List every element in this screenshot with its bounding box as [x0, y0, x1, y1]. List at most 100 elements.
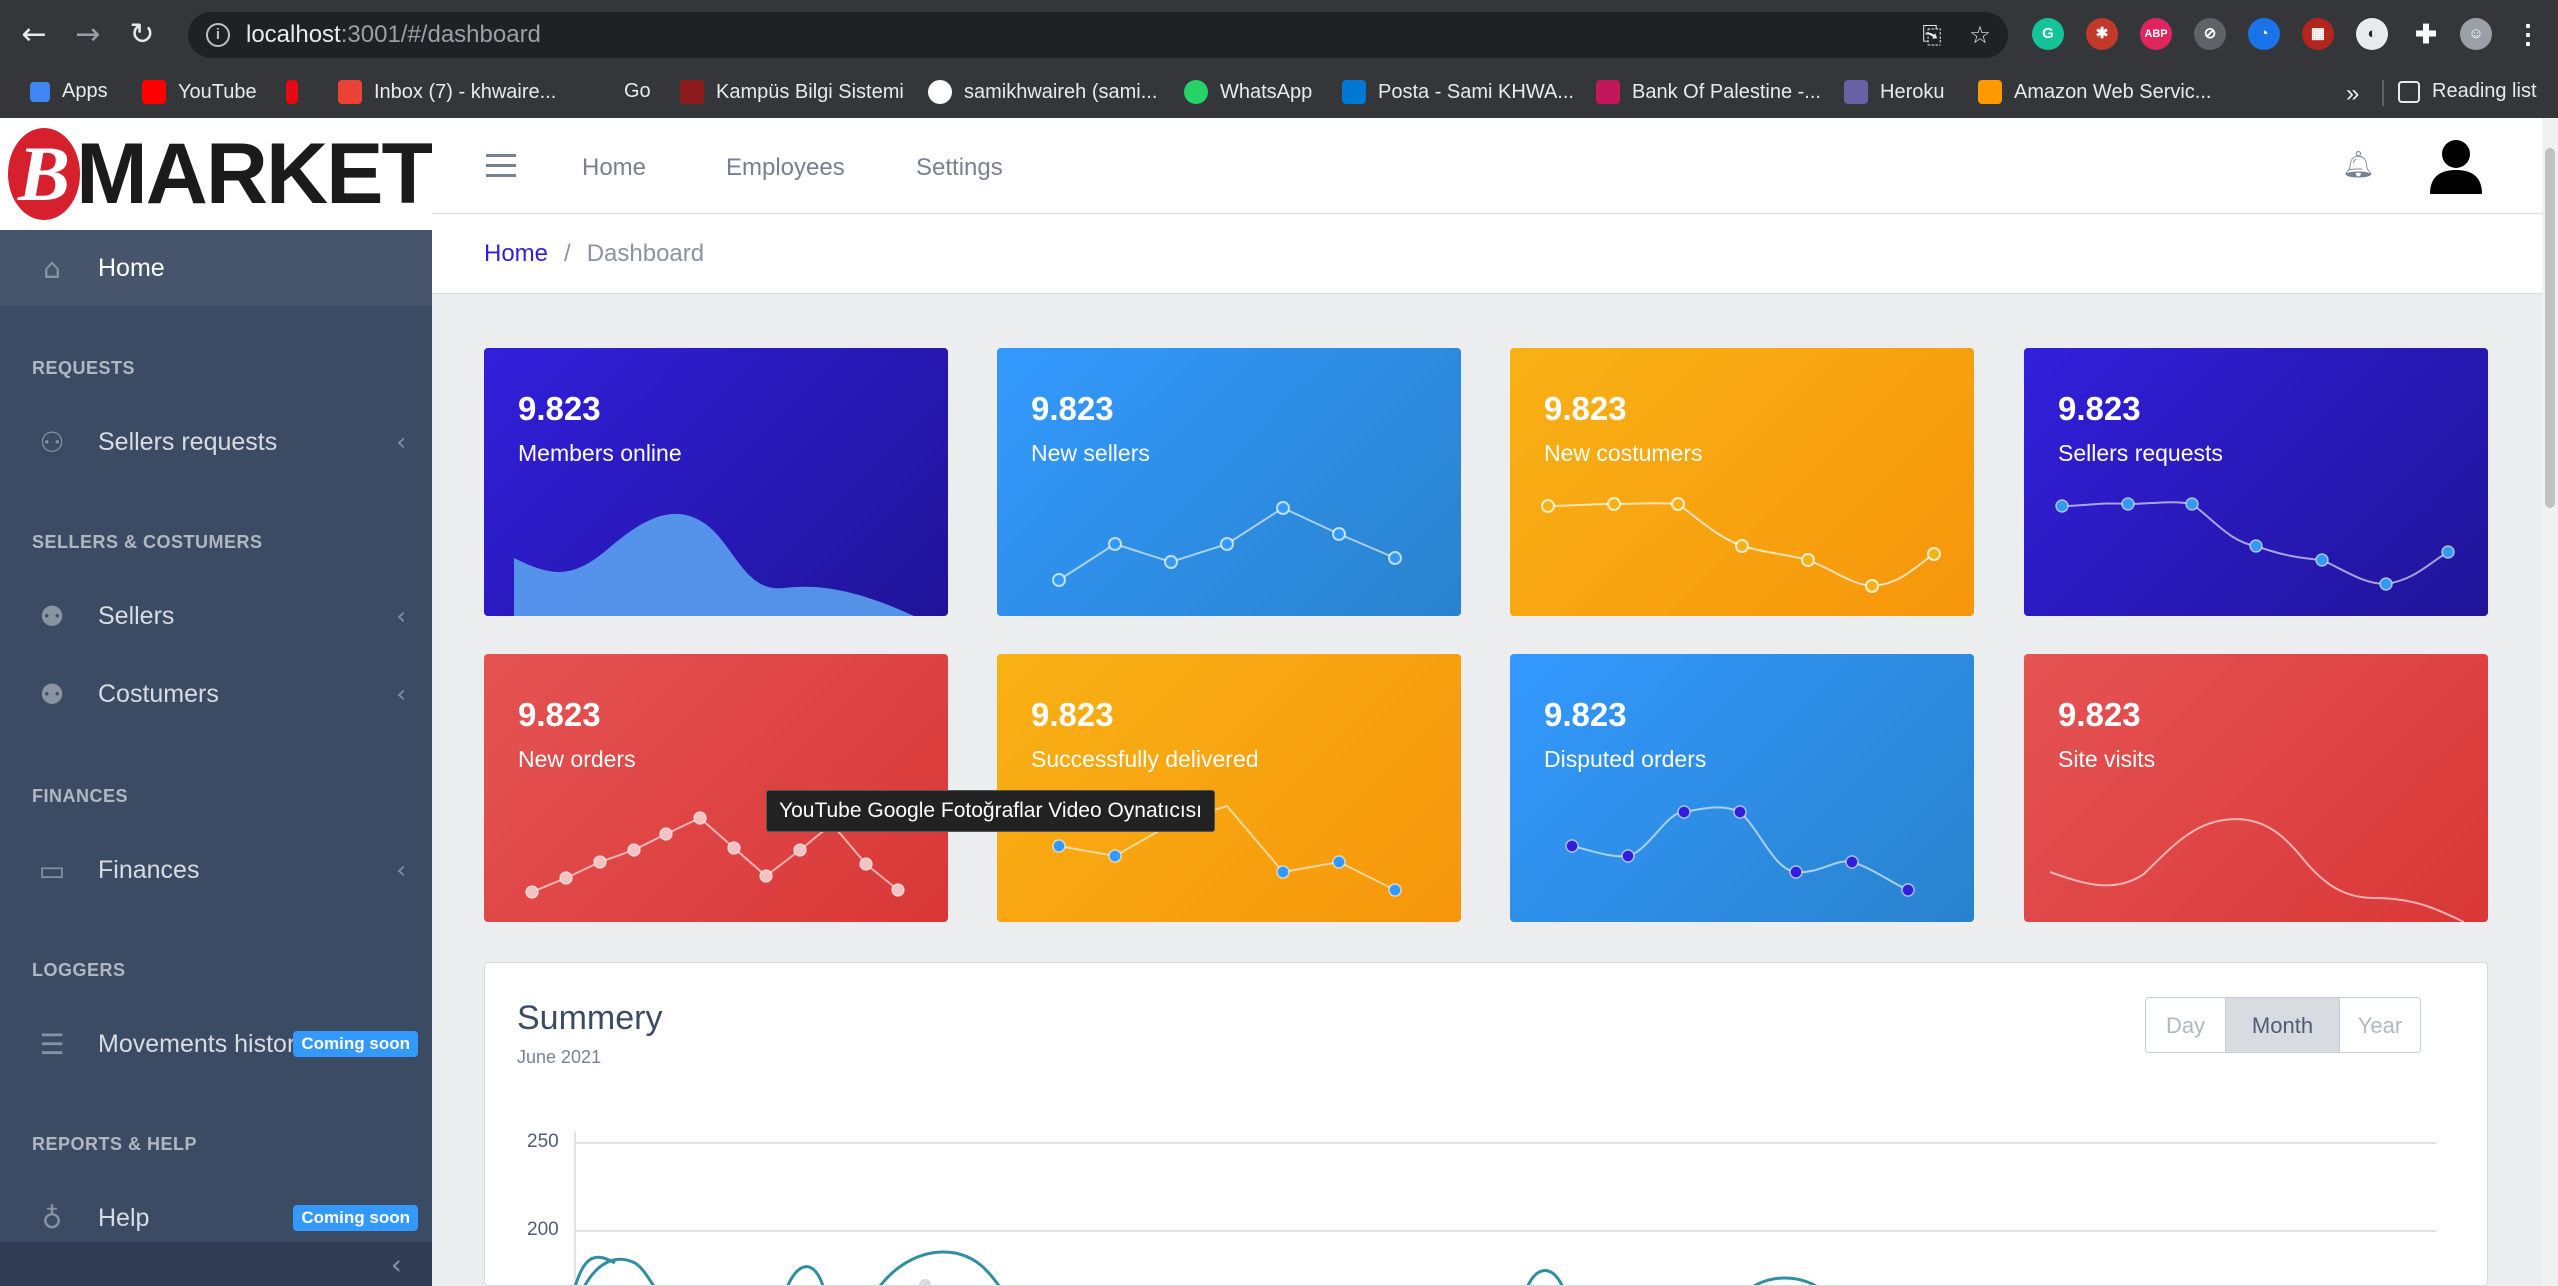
bookmark-go[interactable]: Go	[624, 80, 651, 103]
bookmarks-more[interactable]: »	[2346, 80, 2359, 108]
widget-label: Sellers requests	[2058, 440, 2223, 466]
sidebar-section-title: REPORTS & HELP	[32, 1134, 198, 1154]
sidebar-item-movements-history[interactable]: ☰ Movements history Coming soon	[0, 1006, 432, 1082]
bookmark-kampus[interactable]: Kampüs Bilgi Sistemi	[680, 80, 904, 104]
nav-settings[interactable]: Settings	[916, 154, 1003, 182]
widget-sellers-requests[interactable]: 9.823 Sellers requests	[2024, 348, 2488, 616]
bookmark-youtube[interactable]: YouTube	[142, 80, 257, 104]
chevron-left-icon: ‹	[396, 856, 406, 884]
coming-soon-badge: Coming soon	[293, 1205, 418, 1231]
scrollbar-thumb[interactable]	[2545, 148, 2555, 508]
tooltip: YouTube Google Fotoğraflar Video Oynatıc…	[766, 790, 1215, 832]
widget-value: 9.823	[518, 390, 601, 427]
widget-sparkline	[1052, 804, 1402, 897]
widget-value: 9.823	[1544, 390, 1627, 427]
extension-icon[interactable]: ⊘	[2194, 18, 2226, 50]
bookmark-bank[interactable]: Bank Of Palestine -...	[1596, 80, 1821, 104]
brand-logo[interactable]: B MARKET	[0, 118, 434, 230]
bookmark-heroku[interactable]: Heroku	[1844, 80, 1944, 104]
summary-card: Summery June 2021 Day Month Year 250 200	[484, 962, 2488, 1286]
widget-sparkline	[1541, 497, 1941, 593]
bookmark-github[interactable]: samikhwaireh (sami...	[928, 80, 1157, 104]
reload-icon[interactable]: ↻	[122, 14, 162, 54]
widget-site-visits[interactable]: 9.823 Site visits	[2024, 654, 2488, 922]
bookmark-star-icon[interactable]: ☆	[1966, 21, 1994, 49]
extension-icon[interactable]: ▦	[2302, 18, 2334, 50]
widget-new-costumers[interactable]: 9.823 New costumers	[1510, 348, 1974, 616]
divider	[2382, 80, 2384, 106]
sidebar-item-finances[interactable]: ▭ Finances ‹	[0, 832, 432, 908]
credit-card-icon: ▭	[38, 853, 66, 887]
bookmark-outlook[interactable]: Posta - Sami KHWA...	[1342, 80, 1574, 104]
extension-icon[interactable]: ✱	[2086, 18, 2118, 50]
forward-icon[interactable]: →	[68, 14, 108, 54]
browser-chrome: ← → ↻ i localhost:3001/#/dashboard ⎘ ☆ G…	[0, 0, 2558, 118]
back-icon[interactable]: ←	[14, 14, 54, 54]
logo-mark: B	[8, 128, 81, 220]
breadcrumb-current: Dashboard	[586, 240, 705, 267]
page-scrollbar[interactable]	[2542, 118, 2558, 1286]
sidebar-item-sellers[interactable]: ⚉ Sellers ‹	[0, 578, 432, 654]
sidebar-item-label: Costumers	[98, 679, 219, 708]
widget-successfully-delivered[interactable]: 9.823 Successfully delivered	[997, 654, 1461, 922]
bookmark-whatsapp[interactable]: WhatsApp	[1184, 80, 1312, 104]
chevron-left-icon: ‹	[390, 1248, 402, 1281]
nav-home[interactable]: Home	[582, 154, 646, 182]
bookmarks-bar: Apps YouTube Inbox (7) - khwaire... Go K…	[0, 68, 2558, 118]
widget-label: Site visits	[2058, 746, 2156, 772]
nav-employees[interactable]: Employees	[726, 154, 845, 182]
sidebar-section-title: LOGGERS	[32, 960, 126, 980]
netflix-icon	[286, 80, 298, 104]
sidebar-item-sellers-requests[interactable]: ⚇ Sellers requests ‹	[0, 404, 432, 480]
widget-value: 9.823	[1031, 390, 1114, 427]
translate-icon[interactable]: ⎘	[1918, 21, 1946, 49]
site-info-icon[interactable]: i	[206, 23, 230, 47]
sidebar-item-label: Home	[98, 253, 165, 282]
widget-new-orders[interactable]: 9.823 New orders	[484, 654, 948, 922]
bell-icon[interactable]: 🔔︎	[2342, 150, 2375, 180]
grammarly-icon[interactable]: G	[2032, 18, 2064, 50]
url-text[interactable]: localhost:3001/#/dashboard	[246, 21, 541, 49]
widget-value: 9.823	[518, 696, 601, 733]
user-avatar[interactable]	[2428, 136, 2484, 196]
sidebar-item-costumers[interactable]: ⚉ Costumers ‹	[0, 656, 432, 732]
sidebar-item-label: Finances	[98, 855, 200, 884]
widget-label: Successfully delivered	[1031, 746, 1259, 772]
widget-disputed-orders[interactable]: 9.823 Disputed orders	[1510, 654, 1974, 922]
heroku-icon	[1844, 80, 1868, 104]
hamburger-menu-icon[interactable]	[486, 154, 516, 178]
widget-new-sellers[interactable]: 9.823 New sellers	[997, 348, 1461, 616]
sidebar-item-label: Help	[98, 1203, 150, 1232]
widget-sparkline	[525, 811, 905, 899]
list-icon: ☰	[39, 1027, 65, 1061]
sidebar-item-home[interactable]: ⌂ Home	[0, 230, 432, 306]
bookmark-apps[interactable]: Apps	[30, 80, 108, 103]
widget-sparkline	[1052, 501, 1402, 587]
extensions-puzzle-icon[interactable]: ✚	[2410, 18, 2442, 50]
subheader: Home / Dashboard	[432, 214, 2542, 294]
address-bar[interactable]: i localhost:3001/#/dashboard ⎘ ☆	[188, 12, 2008, 58]
coming-soon-badge: Coming soon	[293, 1031, 418, 1057]
extension-icon[interactable]: ◔	[2248, 18, 2280, 50]
people-icon: ⚉	[39, 599, 65, 633]
user-follow-icon: ⚇	[39, 425, 65, 459]
summary-chart	[574, 1131, 2437, 1285]
breadcrumb-home[interactable]: Home	[484, 240, 548, 268]
widget-label: New orders	[518, 746, 636, 772]
sidebar-section-title: REQUESTS	[32, 358, 136, 378]
bookmark-netflix[interactable]	[286, 80, 310, 104]
profile-avatar[interactable]: ☺	[2460, 18, 2492, 50]
whatsapp-icon	[1184, 80, 1208, 104]
people-icon: ⚉	[39, 677, 65, 711]
bookmark-aws[interactable]: Amazon Web Servic...	[1978, 80, 2211, 104]
menu-kebab-icon[interactable]: ⋮	[2512, 18, 2544, 50]
bookmark-gmail[interactable]: Inbox (7) - khwaire...	[338, 80, 556, 104]
reading-list[interactable]: Reading list	[2398, 80, 2537, 103]
widget-value: 9.823	[2058, 390, 2141, 427]
adblock-icon[interactable]: ABP	[2140, 18, 2172, 50]
sidebar-minimizer[interactable]: ‹	[0, 1242, 432, 1286]
widget-members-online[interactable]: 9.823 Members online	[484, 348, 948, 616]
sidebar-item-label: Sellers	[98, 601, 175, 630]
sidebar: B MARKET ⌂ Home REQUESTS ⚇ Sellers reque…	[0, 118, 434, 1286]
extension-icon[interactable]: ◐	[2356, 18, 2388, 50]
